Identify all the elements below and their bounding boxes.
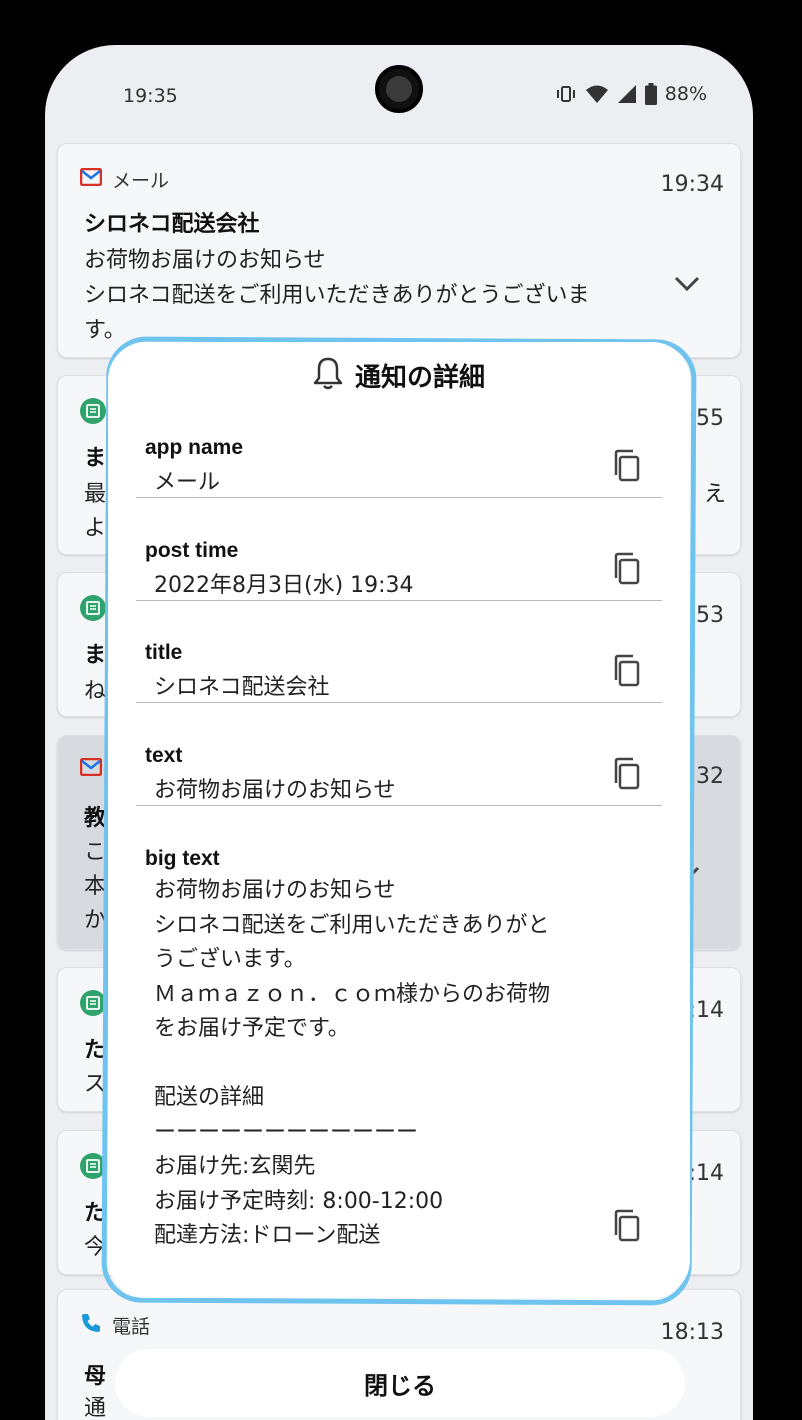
mail-icon	[79, 167, 103, 191]
notification-app-row	[80, 398, 106, 424]
big-text-line: 配達方法:ドローン配送	[154, 1223, 381, 1248]
big-text-value: お荷物お届けのお知らせ シロネコ配送をご利用いただきありがと うございます。 Ｍ…	[154, 874, 550, 1254]
notification-title: 教	[84, 806, 107, 831]
status-bar: 19:35 88%	[45, 45, 753, 145]
notification-app-row: メール	[79, 166, 170, 193]
vibrate-icon	[555, 85, 577, 103]
notification-line: 最	[84, 482, 107, 507]
notification-time: 18:13	[660, 1320, 724, 1345]
field-label: post time	[145, 539, 239, 562]
dialog-header: 通知の詳細	[108, 356, 690, 394]
field-value: メール	[154, 470, 221, 495]
field-value: お荷物お届けのお知らせ	[154, 778, 396, 803]
field-divider	[136, 497, 662, 498]
field-post-time: post time 2022年8月3日(水) 19:34	[136, 539, 662, 601]
phone-icon	[80, 1312, 102, 1339]
notification-line: す。	[84, 318, 126, 343]
close-button[interactable]: 閉じる	[115, 1349, 685, 1417]
notification-app-name: 電話	[112, 1316, 151, 1338]
expand-chevron-icon[interactable]	[674, 276, 700, 296]
notification-line: え	[704, 482, 727, 507]
bell-icon	[313, 356, 343, 394]
notification-time: :14	[688, 1161, 724, 1186]
notification-line: お荷物お届けのお知らせ	[84, 248, 326, 273]
big-text-line: シロネコ配送をご利用いただきありがと	[154, 912, 550, 938]
field-text: text お荷物お届けのお知らせ	[136, 744, 662, 806]
close-button-label: 閉じる	[364, 1371, 436, 1400]
notification-app-row	[79, 757, 103, 781]
big-text-line: お届け先:玄関先	[154, 1154, 316, 1179]
battery-icon	[644, 83, 657, 105]
big-text-line: お荷物お届けのお知らせ	[154, 878, 396, 903]
chat-icon	[80, 398, 106, 424]
field-value: 2022年8月3日(水) 19:34	[154, 573, 414, 598]
field-big-text: big text	[136, 847, 662, 877]
chat-icon	[80, 595, 106, 621]
copy-icon[interactable]	[610, 1208, 644, 1244]
big-text-line	[154, 1047, 550, 1082]
field-label: text	[145, 744, 183, 767]
status-icons: 88%	[555, 83, 707, 105]
copy-icon[interactable]	[610, 448, 644, 484]
wifi-icon	[585, 84, 609, 104]
field-label: app name	[145, 436, 244, 459]
notification-line: 通	[84, 1396, 107, 1420]
field-label: title	[145, 641, 183, 664]
camera-cutout	[375, 65, 423, 113]
notification-time: 19:34	[660, 172, 724, 197]
big-text-line: お届け予定時刻: 8:00-12:00	[154, 1188, 444, 1214]
notification-line: よ	[84, 516, 107, 541]
notification-detail-dialog: 通知の詳細 app name メール post time 2022年8月3日(水…	[108, 342, 690, 1298]
field-value: シロネコ配送会社	[154, 675, 330, 700]
big-text-line: ーーーーーーーーーーーー	[154, 1119, 419, 1145]
notification-app-row	[80, 595, 106, 621]
notification-app-row: 電話	[80, 1312, 150, 1339]
field-divider	[136, 600, 662, 601]
big-text-line: うございます。	[154, 947, 306, 972]
field-label: big text	[145, 847, 220, 870]
notification-line: シロネコ配送をご利用いただきありがとうございま	[84, 283, 590, 308]
battery-percent: 88%	[664, 83, 707, 105]
notification-title: ま	[84, 643, 107, 668]
copy-icon[interactable]	[610, 653, 644, 689]
field-divider	[136, 702, 662, 703]
notification-title: 母	[84, 1364, 107, 1389]
field-divider	[136, 805, 662, 806]
copy-icon[interactable]	[610, 551, 644, 587]
field-app-name: app name メール	[136, 436, 662, 498]
copy-icon[interactable]	[610, 756, 644, 792]
notification-time: :14	[688, 998, 724, 1023]
mail-icon	[79, 757, 103, 781]
notification-line: こ	[84, 840, 107, 865]
notification-mail[interactable]: メール 19:34 シロネコ配送会社 お荷物お届けのお知らせ シロネコ配送をご利…	[57, 143, 741, 358]
big-text-line: をお届け予定です。	[154, 1016, 350, 1041]
notification-line: ね	[84, 679, 107, 704]
signal-icon	[617, 84, 637, 104]
notification-title: シロネコ配送会社	[84, 212, 260, 237]
notification-app-name: メール	[112, 170, 170, 192]
dialog-title: 通知の詳細	[354, 362, 485, 393]
status-time: 19:35	[123, 85, 178, 107]
big-text-line: Ｍａｍａｚｏｎ．ｃｏｍ様からのお荷物	[154, 981, 551, 1007]
field-title: title シロネコ配送会社	[136, 641, 662, 703]
big-text-line: 配送の詳細	[154, 1085, 265, 1110]
notification-title: ま	[84, 446, 107, 471]
